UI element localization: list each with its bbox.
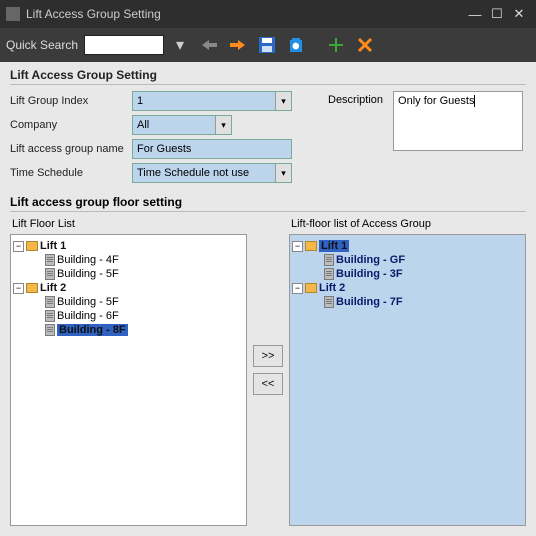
- arrow-right-icon: [229, 38, 247, 52]
- x-icon: [356, 36, 374, 54]
- form-section-header: Lift Access Group Setting: [10, 68, 526, 85]
- description-value: Only for Guests: [398, 95, 474, 107]
- tree-node-floor[interactable]: Building - GF: [292, 253, 523, 267]
- arrow-left-icon: [200, 38, 218, 52]
- floor-icon: [45, 324, 55, 336]
- group-name-input[interactable]: For Guests: [132, 139, 292, 159]
- chevron-down-icon: ▾: [275, 164, 291, 182]
- folder-icon: [305, 241, 317, 251]
- tree-node-lift1[interactable]: −Lift 1: [292, 239, 523, 253]
- company-combo[interactable]: All ▾: [132, 115, 232, 135]
- previous-button[interactable]: [196, 32, 222, 58]
- window-title: Lift Access Group Setting: [26, 7, 464, 21]
- group-name-value: For Guests: [137, 143, 191, 155]
- floor-icon: [324, 268, 334, 280]
- tree-node-floor-selected[interactable]: Building - 8F: [13, 323, 244, 337]
- minimize-button[interactable]: —: [464, 7, 486, 22]
- content-area: Lift Access Group Setting Lift Group Ind…: [0, 62, 536, 536]
- lift-group-index-combo[interactable]: 1 ▾: [132, 91, 292, 111]
- quicksearch-dropdown-button[interactable]: ▾: [167, 32, 193, 58]
- time-schedule-value: Time Schedule not use: [137, 167, 249, 179]
- lift-group-index-label: Lift Group Index: [10, 95, 132, 107]
- company-value: All: [137, 119, 149, 131]
- folder-icon: [26, 241, 38, 251]
- floor-icon: [324, 296, 334, 308]
- collapse-icon[interactable]: −: [13, 283, 24, 294]
- quicksearch-label: Quick Search: [6, 38, 78, 52]
- maximize-button[interactable]: ☐: [486, 6, 508, 22]
- delete-button[interactable]: [283, 32, 309, 58]
- floor-icon: [45, 268, 55, 280]
- move-left-button[interactable]: <<: [253, 373, 283, 395]
- time-schedule-combo[interactable]: Time Schedule not use ▾: [132, 163, 292, 183]
- tree-node-floor[interactable]: Building - 3F: [292, 267, 523, 281]
- tree-node-lift1[interactable]: −Lift 1: [13, 239, 244, 253]
- tree-node-floor[interactable]: Building - 5F: [13, 267, 244, 281]
- tree-node-floor[interactable]: Building - 7F: [292, 295, 523, 309]
- tree-node-lift2[interactable]: −Lift 2: [13, 281, 244, 295]
- description-label: Description: [328, 94, 383, 187]
- floor-icon: [324, 254, 334, 266]
- chevron-down-icon: ▾: [275, 92, 291, 110]
- move-right-button[interactable]: >>: [253, 345, 283, 367]
- toolbar: Quick Search ▾: [0, 28, 536, 62]
- plus-icon: [327, 36, 345, 54]
- floor-icon: [45, 310, 55, 322]
- access-group-list[interactable]: −Lift 1 Building - GF Building - 3F −Lif…: [289, 234, 526, 526]
- trash-icon: [287, 36, 305, 54]
- floor-icon: [45, 254, 55, 266]
- group-name-label: Lift access group name: [10, 143, 132, 155]
- chevron-down-icon: ▾: [215, 116, 231, 134]
- tree-node-floor[interactable]: Building - 4F: [13, 253, 244, 267]
- app-window: Lift Access Group Setting — ☐ ✕ Quick Se…: [0, 0, 536, 536]
- add-button[interactable]: [323, 32, 349, 58]
- save-icon: [258, 36, 276, 54]
- collapse-icon[interactable]: −: [292, 283, 303, 294]
- collapse-icon[interactable]: −: [292, 241, 303, 252]
- floor-setting-header: Lift access group floor setting: [10, 195, 526, 212]
- tree-node-floor[interactable]: Building - 5F: [13, 295, 244, 309]
- lift-group-index-value: 1: [137, 95, 143, 107]
- tree-node-floor[interactable]: Building - 6F: [13, 309, 244, 323]
- quicksearch-input[interactable]: [84, 35, 164, 55]
- save-button[interactable]: [254, 32, 280, 58]
- cancel-button[interactable]: [352, 32, 378, 58]
- right-list-header: Lift-floor list of Access Group: [289, 214, 526, 234]
- left-list-header: Lift Floor List: [10, 214, 247, 234]
- folder-icon: [26, 283, 38, 293]
- collapse-icon[interactable]: −: [13, 241, 24, 252]
- lift-floor-list[interactable]: −Lift 1 Building - 4F Building - 5F −Lif…: [10, 234, 247, 526]
- floor-icon: [45, 296, 55, 308]
- tree-node-lift2[interactable]: −Lift 2: [292, 281, 523, 295]
- title-bar: Lift Access Group Setting — ☐ ✕: [0, 0, 536, 28]
- time-schedule-label: Time Schedule: [10, 167, 132, 179]
- company-label: Company: [10, 119, 132, 131]
- close-button[interactable]: ✕: [508, 6, 530, 22]
- description-textarea[interactable]: Only for Guests: [393, 91, 523, 151]
- next-button[interactable]: [225, 32, 251, 58]
- folder-icon: [305, 283, 317, 293]
